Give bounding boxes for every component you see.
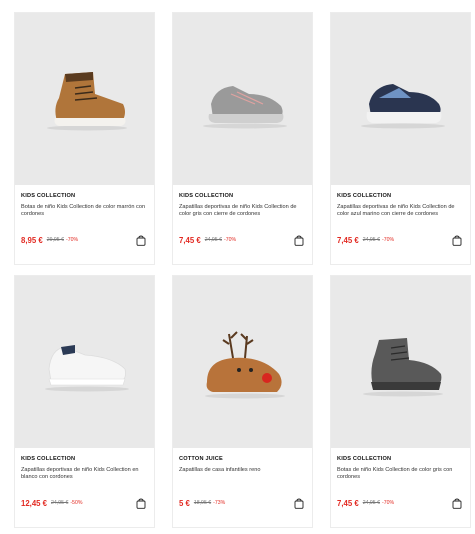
sale-price: 8,95 €: [21, 235, 43, 245]
product-brand: KIDS COLLECTION: [21, 193, 76, 199]
product-image[interactable]: [15, 13, 154, 185]
product-title[interactable]: Botas de niño Kids Collection de color m…: [21, 204, 148, 220]
discount-badge: -70%: [382, 500, 395, 506]
price-row: 7,45 € 24,95 € -70%: [337, 234, 463, 246]
original-price: 24,95 €: [51, 500, 69, 506]
original-price: 24,95 €: [362, 237, 380, 243]
product-brand: KIDS COLLECTION: [337, 193, 392, 199]
product-image[interactable]: [173, 13, 312, 185]
product-image[interactable]: [331, 13, 470, 185]
shopping-bag-icon[interactable]: [451, 234, 463, 246]
discount-badge: -70%: [382, 237, 395, 243]
discount-badge: -50%: [70, 500, 83, 506]
shopping-bag-icon[interactable]: [451, 497, 463, 509]
price-row: 5 € 18,95 € -73%: [179, 497, 305, 509]
product-card[interactable]: KIDS COLLECTION Botas de niño Kids Colle…: [14, 12, 155, 265]
sale-price: 7,45 €: [179, 235, 201, 245]
product-image[interactable]: [331, 276, 470, 448]
price-row: 12,45 € 24,95 € -50%: [21, 497, 147, 509]
price-row: 8,95 € 29,95 € -70%: [21, 234, 147, 246]
discount-badge: -73%: [213, 500, 226, 506]
product-brand: KIDS COLLECTION: [337, 456, 392, 462]
shopping-bag-icon[interactable]: [135, 234, 147, 246]
original-price: 29,95 €: [46, 237, 64, 243]
product-card[interactable]: KIDS COLLECTION Botas de niño Kids Colle…: [330, 275, 471, 528]
brown-boot-image: [46, 72, 127, 131]
discount-badge: -70%: [224, 237, 237, 243]
product-title[interactable]: Zapatillas de casa infantiles reno: [179, 467, 306, 483]
grey-high-top-image: [362, 338, 443, 397]
white-sneaker-image: [44, 345, 129, 392]
product-brand: KIDS COLLECTION: [179, 193, 234, 199]
shopping-bag-icon[interactable]: [293, 234, 305, 246]
original-price: 18,95 €: [193, 500, 212, 506]
sale-price: 7,45 €: [337, 235, 359, 245]
reindeer-slipper-image: [204, 331, 285, 399]
product-brand: KIDS COLLECTION: [21, 456, 76, 462]
discount-badge: -70%: [66, 237, 79, 243]
product-brand: COTTON JUICE: [179, 456, 223, 462]
product-title[interactable]: Botas de niño Kids Collection de color g…: [337, 467, 464, 483]
original-price: 24,95 €: [362, 500, 380, 506]
sale-price: 12,45 €: [21, 498, 48, 508]
price-row: 7,45 € 24,95 € -70%: [179, 234, 305, 246]
navy-sneaker-image: [360, 84, 445, 129]
shopping-bag-icon[interactable]: [293, 497, 305, 509]
sale-price: 5 €: [179, 498, 190, 508]
original-price: 24,95 €: [204, 237, 222, 243]
product-card[interactable]: COTTON JUICE Zapatillas de casa infantil…: [172, 275, 313, 528]
product-card[interactable]: KIDS COLLECTION Zapatillas deportivas de…: [330, 12, 471, 265]
product-card[interactable]: KIDS COLLECTION Zapatillas deportivas de…: [14, 275, 155, 528]
product-grid: KIDS COLLECTION Botas de niño Kids Colle…: [14, 12, 471, 528]
product-title[interactable]: Zapatillas deportivas de niño Kids Colle…: [21, 467, 148, 483]
sale-price: 7,45 €: [337, 498, 359, 508]
product-image[interactable]: [173, 276, 312, 448]
product-card[interactable]: KIDS COLLECTION Zapatillas deportivas de…: [172, 12, 313, 265]
shopping-bag-icon[interactable]: [135, 497, 147, 509]
product-image[interactable]: [15, 276, 154, 448]
product-title[interactable]: Zapatillas deportivas de niño Kids Colle…: [179, 204, 306, 220]
price-row: 7,45 € 24,95 € -70%: [337, 497, 463, 509]
product-title[interactable]: Zapatillas deportivas de niño Kids Colle…: [337, 204, 464, 220]
grey-sneaker-image: [202, 86, 287, 129]
